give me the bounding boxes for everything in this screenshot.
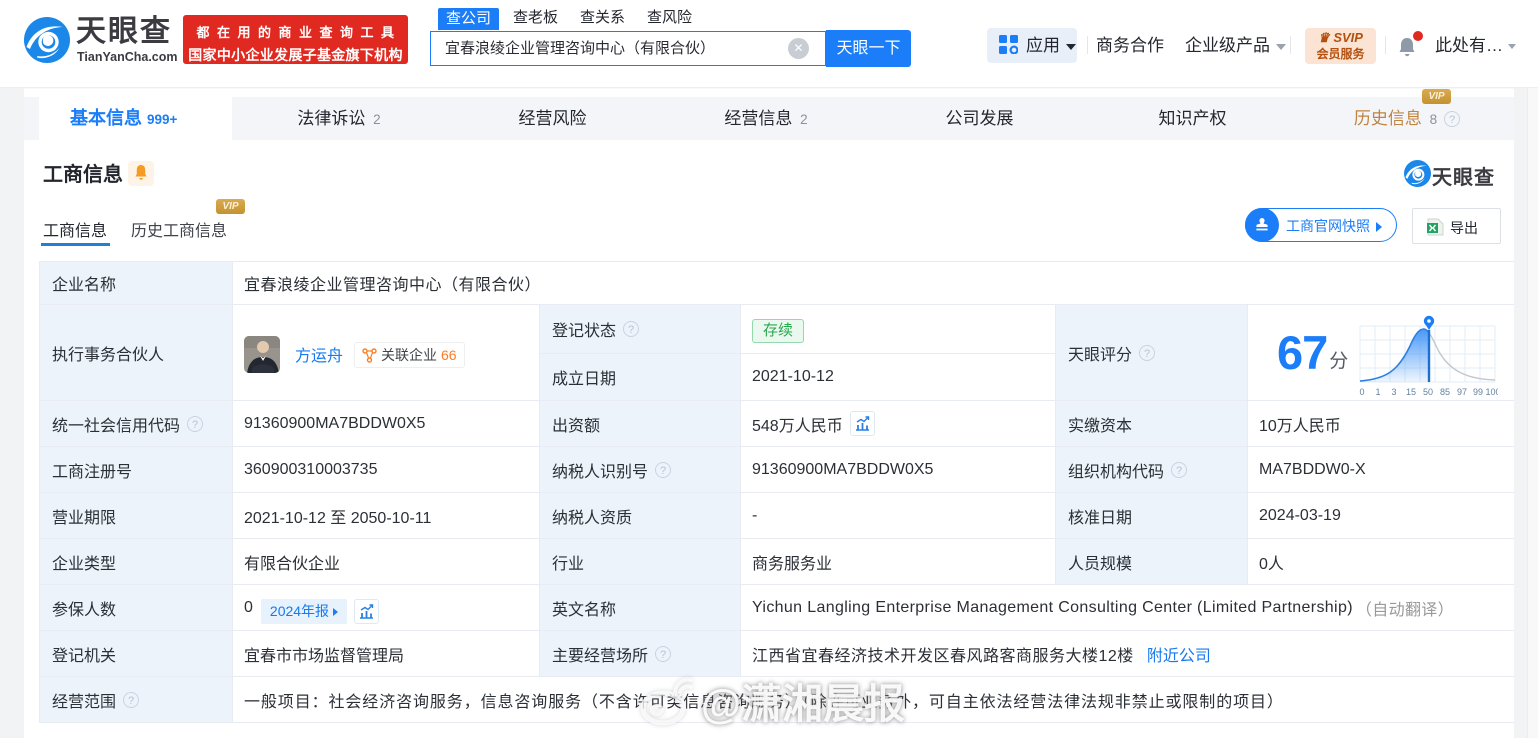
svg-text:1: 1 xyxy=(1376,387,1381,397)
svg-text:97: 97 xyxy=(1457,387,1467,397)
svg-text:50: 50 xyxy=(1423,387,1433,397)
svg-text:15: 15 xyxy=(1406,387,1416,397)
svg-text:0: 0 xyxy=(1360,387,1365,397)
svg-text:85: 85 xyxy=(1440,387,1450,397)
svg-text:100: 100 xyxy=(1486,387,1499,397)
svg-text:99: 99 xyxy=(1473,387,1483,397)
svg-text:3: 3 xyxy=(1392,387,1397,397)
